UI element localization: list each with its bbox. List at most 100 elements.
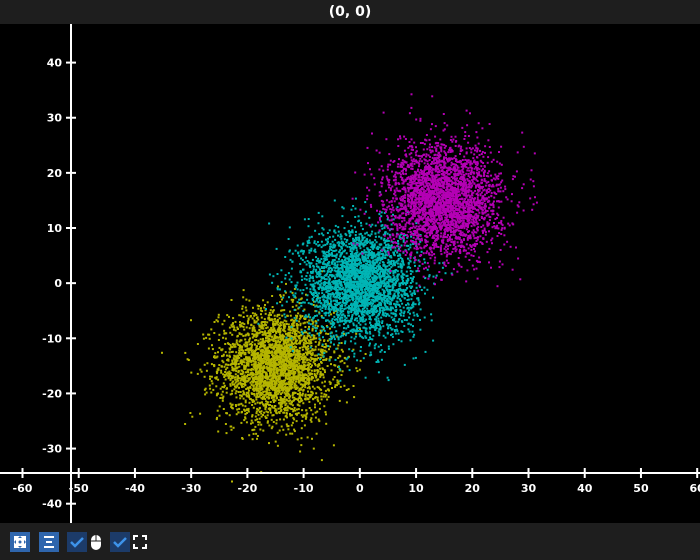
data-point <box>338 260 341 263</box>
data-point <box>384 246 387 249</box>
data-point <box>243 361 246 364</box>
data-point <box>276 431 279 434</box>
data-point <box>274 323 277 325</box>
data-point <box>363 249 366 252</box>
data-point <box>273 329 276 332</box>
data-point <box>241 305 244 308</box>
data-point <box>302 353 305 355</box>
data-point <box>302 402 305 405</box>
data-point <box>280 298 283 301</box>
data-point <box>299 366 302 369</box>
data-point <box>323 340 326 342</box>
data-point <box>240 324 242 327</box>
data-point <box>374 235 377 238</box>
data-point <box>203 375 206 378</box>
data-point <box>305 256 307 259</box>
data-point <box>257 342 260 345</box>
data-point <box>267 330 270 333</box>
data-point <box>239 381 242 384</box>
data-point <box>354 335 357 338</box>
data-point <box>292 319 295 322</box>
data-point <box>297 412 300 415</box>
data-point <box>242 289 245 292</box>
data-point <box>236 378 239 381</box>
data-point <box>325 393 328 396</box>
data-point <box>297 389 300 392</box>
data-point <box>295 413 298 416</box>
data-point <box>359 349 362 352</box>
data-point <box>301 369 304 372</box>
data-point <box>284 256 287 258</box>
data-point <box>361 234 364 237</box>
data-point <box>269 368 271 371</box>
data-point <box>303 329 306 332</box>
data-point <box>263 395 266 398</box>
data-point <box>318 292 320 295</box>
data-point <box>217 339 220 341</box>
data-point <box>314 315 317 317</box>
data-point <box>255 389 258 391</box>
data-point <box>308 319 311 322</box>
data-point <box>226 412 228 415</box>
data-point <box>300 302 303 304</box>
data-point <box>261 371 264 374</box>
data-point <box>250 323 253 326</box>
data-point <box>281 321 284 324</box>
data-point <box>327 345 330 348</box>
data-point <box>200 370 203 373</box>
data-point <box>300 397 303 400</box>
data-point <box>288 296 290 299</box>
data-point <box>231 383 234 386</box>
data-point <box>379 270 382 273</box>
data-point <box>350 224 353 227</box>
data-point <box>266 336 269 339</box>
data-point <box>381 288 384 291</box>
data-point <box>351 250 354 253</box>
data-point <box>295 359 298 362</box>
data-point <box>359 292 362 295</box>
data-point <box>331 387 333 389</box>
data-point <box>283 319 286 322</box>
data-point <box>254 415 257 418</box>
data-point <box>311 413 314 416</box>
data-point <box>317 343 320 346</box>
data-point <box>306 359 309 362</box>
data-point <box>248 360 251 363</box>
data-point <box>334 224 337 227</box>
data-point <box>272 320 275 323</box>
data-point <box>217 316 220 319</box>
data-point <box>320 392 323 395</box>
data-point <box>251 349 254 352</box>
data-point <box>276 328 279 331</box>
data-point <box>313 387 316 390</box>
data-point <box>300 330 303 333</box>
data-point <box>316 325 319 328</box>
scatter-plot[interactable]: -60-50-40-30-20-100102030405060-40-30-20… <box>0 24 700 523</box>
data-point <box>302 341 305 344</box>
data-point <box>196 343 199 345</box>
data-point <box>274 363 277 366</box>
data-point <box>395 328 398 331</box>
data-point <box>287 388 290 391</box>
data-point <box>377 345 380 348</box>
data-point <box>251 332 254 335</box>
data-point <box>246 314 249 317</box>
data-point <box>316 314 318 317</box>
data-point <box>320 398 323 401</box>
data-point <box>337 380 340 383</box>
data-point <box>292 328 295 331</box>
data-point <box>234 378 237 381</box>
data-point <box>290 414 293 417</box>
data-point <box>282 374 285 377</box>
data-point <box>229 384 232 387</box>
data-point <box>306 241 309 244</box>
data-point <box>244 338 247 341</box>
data-point <box>267 376 270 379</box>
data-point <box>256 354 259 357</box>
data-point <box>230 299 233 301</box>
data-point <box>363 244 366 247</box>
data-point <box>294 333 297 335</box>
data-point <box>191 415 194 418</box>
data-point <box>258 379 261 382</box>
data-point <box>355 230 357 233</box>
